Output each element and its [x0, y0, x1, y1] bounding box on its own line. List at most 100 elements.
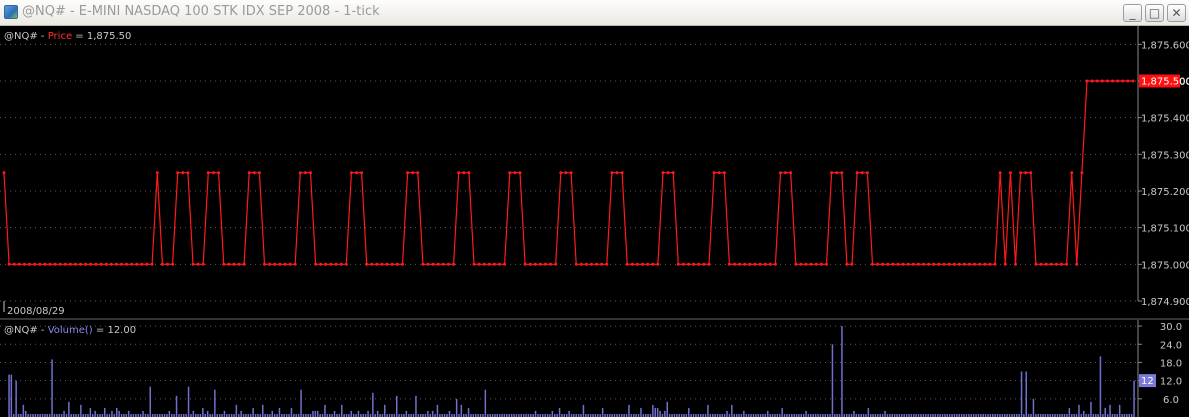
price-header-symbol: @NQ#: [4, 31, 38, 42]
volume-bar: [367, 410, 369, 417]
price-point: [845, 262, 849, 266]
volume-tick-label: 30.0: [1160, 322, 1182, 333]
volume-bar: [262, 404, 264, 417]
price-point: [1008, 171, 1012, 175]
price-point: [901, 262, 905, 266]
price-point: [625, 262, 629, 266]
volume-bar: [290, 407, 293, 417]
volume-bar: [25, 410, 27, 417]
price-point: [457, 171, 461, 175]
price-point: [840, 171, 844, 175]
price-point: [498, 262, 501, 266]
price-point: [855, 171, 859, 175]
volume-bar: [271, 410, 273, 417]
chart-area: 1,875.600 1,875.500 1,875.400 1,875.300 1,87…: [0, 26, 1189, 417]
price-point: [334, 262, 338, 266]
price-point: [1090, 79, 1094, 83]
volume-bar: [214, 389, 216, 417]
price-point: [850, 262, 854, 266]
price-point: [2, 171, 6, 175]
price-point: [191, 262, 195, 266]
volume-bar: [431, 410, 434, 417]
maximize-button[interactable]: □: [1145, 4, 1164, 22]
volume-bar: [192, 410, 195, 417]
price-point: [12, 262, 16, 266]
price-point: [927, 262, 931, 266]
volume-bar: [415, 395, 417, 417]
volume-series-bars: [8, 326, 1135, 417]
price-last-value-tag-text: 1,875.500: [1141, 77, 1189, 88]
price-point: [554, 262, 558, 266]
minimize-button[interactable]: _: [1123, 4, 1142, 22]
price-point: [988, 262, 992, 266]
price-point: [773, 262, 777, 266]
price-point: [99, 262, 103, 266]
volume-tick-label: 18.0: [1160, 358, 1182, 369]
price-point: [865, 171, 869, 175]
price-point: [544, 262, 547, 266]
price-point: [911, 262, 915, 266]
volume-bar: [582, 404, 585, 417]
price-point: [952, 262, 956, 266]
volume-bar: [372, 392, 374, 417]
price-point: [1116, 79, 1120, 83]
price-header-value: 1,875.50: [87, 31, 132, 42]
volume-bar: [104, 407, 106, 417]
price-point: [518, 171, 522, 175]
price-point: [446, 262, 450, 266]
price-point: [135, 262, 139, 266]
price-point: [252, 171, 256, 175]
volume-bar: [601, 407, 604, 417]
price-point: [947, 262, 951, 266]
price-point: [549, 262, 553, 266]
price-point: [303, 171, 307, 175]
price-point: [68, 262, 72, 266]
volume-bar: [726, 410, 728, 417]
price-point: [605, 262, 609, 266]
price-point: [217, 171, 221, 175]
price-point: [922, 262, 925, 266]
price-point: [406, 171, 410, 175]
volume-bar: [455, 398, 458, 417]
volume-bar: [448, 410, 451, 417]
window-titlebar: @NQ# - E-MINI NASDAQ 100 STK IDX SEP 200…: [0, 0, 1189, 26]
price-point: [993, 262, 997, 266]
volume-bar: [1078, 404, 1080, 417]
price-point: [753, 262, 757, 266]
price-point: [17, 262, 21, 266]
volume-pane: 30.0 24.0 18.0 12.0 6.0 @NQ# - Volume() = 12…: [0, 320, 1182, 417]
price-point: [819, 262, 823, 266]
price-point: [166, 262, 169, 266]
volume-bar: [68, 401, 70, 417]
price-point: [63, 262, 67, 266]
price-point: [712, 171, 716, 175]
price-point: [33, 262, 37, 266]
price-point: [794, 262, 798, 266]
volume-bar: [51, 359, 53, 417]
price-point: [171, 262, 175, 266]
price-point: [7, 262, 11, 266]
price-tick-label: 1,875.200: [1141, 187, 1189, 198]
price-point: [242, 262, 246, 266]
price-point: [942, 262, 946, 266]
price-point: [1126, 79, 1130, 83]
volume-bar: [731, 404, 733, 417]
price-point: [477, 262, 481, 266]
volume-bar: [558, 407, 561, 417]
price-point: [1019, 171, 1023, 175]
volume-gridlines: [0, 325, 1138, 400]
price-point: [513, 171, 517, 175]
volume-bar: [80, 404, 82, 417]
volume-bar: [427, 410, 429, 417]
price-point: [421, 262, 425, 266]
volume-bar: [278, 407, 281, 417]
price-point: [155, 171, 159, 175]
price-point: [492, 262, 496, 266]
close-button[interactable]: ✕: [1167, 4, 1186, 22]
volume-bar: [1090, 401, 1092, 417]
volume-bar: [341, 404, 343, 417]
price-point: [1003, 262, 1007, 266]
volume-bar: [168, 410, 171, 417]
price-point: [727, 262, 731, 266]
price-point: [641, 262, 645, 266]
